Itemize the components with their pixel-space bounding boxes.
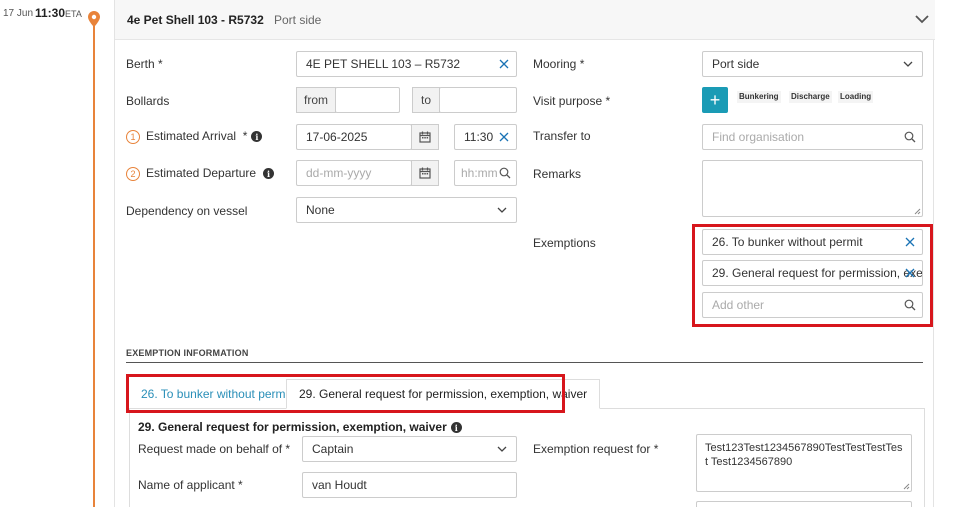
location-pin-icon bbox=[88, 11, 100, 27]
bollards-from-input[interactable] bbox=[335, 87, 400, 113]
dependency-value: None bbox=[306, 203, 335, 217]
berth-label: Berth * bbox=[126, 57, 163, 71]
bollards-to-input[interactable] bbox=[439, 87, 517, 113]
departure-label: Estimated Departure bbox=[146, 166, 257, 180]
clear-icon[interactable] bbox=[498, 58, 510, 70]
request-behalf-label: Request made on behalf of * bbox=[138, 442, 291, 456]
departure-time-placeholder: hh:mm bbox=[461, 166, 498, 180]
calendar-icon bbox=[419, 167, 431, 179]
bollards-from-addon: from bbox=[296, 87, 336, 113]
timeline-type: ETA bbox=[65, 9, 82, 19]
dependency-select[interactable]: None bbox=[296, 197, 517, 223]
transfer-to-placeholder: Find organisation bbox=[712, 130, 805, 144]
exemption-info-heading: EXEMPTION INFORMATION bbox=[126, 348, 249, 358]
card-title: 4e Pet Shell 103 - R5732 bbox=[127, 13, 264, 27]
transfer-to-label: Transfer to bbox=[533, 129, 591, 143]
departure-label-group: 2 Estimated Departure i bbox=[126, 166, 275, 181]
purpose-tag[interactable]: Loading bbox=[838, 91, 874, 103]
berth-select[interactable]: 4E PET SHELL 103 – R5732 bbox=[296, 51, 517, 77]
remarks-label: Remarks bbox=[533, 167, 582, 181]
arrival-required: * bbox=[242, 129, 248, 143]
request-behalf-select[interactable]: Captain bbox=[302, 436, 517, 462]
search-icon bbox=[904, 131, 916, 143]
section-title-group: 29. General request for permission, exem… bbox=[138, 420, 462, 434]
next-field[interactable] bbox=[696, 501, 912, 507]
timeline-date: 17 Jun bbox=[3, 8, 34, 19]
resize-handle-icon[interactable] bbox=[914, 208, 921, 215]
arrival-time: 11:30 bbox=[464, 130, 494, 144]
resize-handle-icon[interactable] bbox=[903, 483, 910, 490]
timeline-line bbox=[93, 26, 95, 507]
exemptions-label: Exemptions bbox=[533, 236, 596, 250]
bollards-to-addon: to bbox=[412, 87, 440, 113]
mooring-label: Mooring * bbox=[533, 57, 585, 71]
step-2-badge: 2 bbox=[126, 166, 140, 181]
clear-icon[interactable] bbox=[498, 131, 510, 143]
arrival-label: Estimated Arrival bbox=[146, 129, 237, 143]
arrival-date-input[interactable]: 17-06-2025 bbox=[296, 124, 412, 150]
request-for-label: Exemption request for * bbox=[533, 442, 659, 456]
card-header[interactable]: 4e Pet Shell 103 - R5732 Port side bbox=[115, 0, 935, 40]
arrival-time-input[interactable]: 11:30 bbox=[454, 124, 517, 150]
arrival-date: 17-06-2025 bbox=[306, 130, 368, 144]
arrival-label-group: 1 Estimated Arrival * i bbox=[126, 129, 263, 144]
section-divider bbox=[126, 362, 923, 363]
arrival-calendar-button[interactable] bbox=[411, 124, 439, 150]
remarks-textarea[interactable] bbox=[702, 160, 923, 217]
highlight-tabs bbox=[126, 374, 565, 413]
request-for-textarea[interactable]: Test123Test1234567890TestTestTestTest Te… bbox=[696, 434, 912, 492]
visit-purpose-label: Visit purpose * bbox=[533, 94, 611, 108]
add-purpose-button[interactable]: + bbox=[702, 87, 728, 113]
applicant-label: Name of applicant * bbox=[138, 478, 243, 492]
calendar-icon bbox=[419, 131, 431, 143]
departure-date-placeholder: dd-mm-yyyy bbox=[306, 166, 372, 180]
purpose-tag[interactable]: Bunkering bbox=[737, 91, 781, 103]
info-icon[interactable]: i bbox=[450, 422, 462, 434]
visit-card: 4e Pet Shell 103 - R5732 Port side Berth… bbox=[114, 0, 935, 507]
mooring-select[interactable]: Port side bbox=[702, 51, 923, 77]
applicant-input[interactable]: van Houdt bbox=[302, 472, 517, 498]
card-subtitle: Port side bbox=[274, 13, 322, 27]
berth-value: 4E PET SHELL 103 – R5732 bbox=[306, 57, 461, 71]
timeline-time: 11:30 bbox=[35, 6, 66, 20]
dependency-label: Dependency on vessel bbox=[126, 204, 248, 218]
chevron-down-icon bbox=[903, 61, 913, 67]
purpose-tag[interactable]: Discharge bbox=[789, 91, 832, 103]
mooring-value: Port side bbox=[712, 57, 760, 71]
search-icon[interactable] bbox=[499, 167, 511, 179]
chevron-down-icon[interactable] bbox=[914, 12, 930, 26]
step-1-badge: 1 bbox=[126, 129, 140, 144]
timeline: 17 Jun 11:30 ETA bbox=[0, 0, 110, 507]
departure-date-input[interactable]: dd-mm-yyyy bbox=[296, 160, 412, 186]
section-title: 29. General request for permission, exem… bbox=[138, 420, 447, 434]
chevron-down-icon bbox=[497, 446, 507, 452]
highlight-exemptions bbox=[692, 224, 933, 327]
applicant-value: van Houdt bbox=[312, 478, 367, 492]
info-icon[interactable]: i bbox=[251, 131, 263, 143]
info-icon[interactable]: i bbox=[263, 168, 275, 180]
request-behalf-value: Captain bbox=[312, 442, 354, 456]
transfer-to-input[interactable]: Find organisation bbox=[702, 124, 923, 150]
departure-time-input[interactable]: hh:mm bbox=[454, 160, 517, 186]
departure-calendar-button[interactable] bbox=[411, 160, 439, 186]
chevron-down-icon bbox=[497, 207, 507, 213]
bollards-label: Bollards bbox=[126, 94, 170, 108]
